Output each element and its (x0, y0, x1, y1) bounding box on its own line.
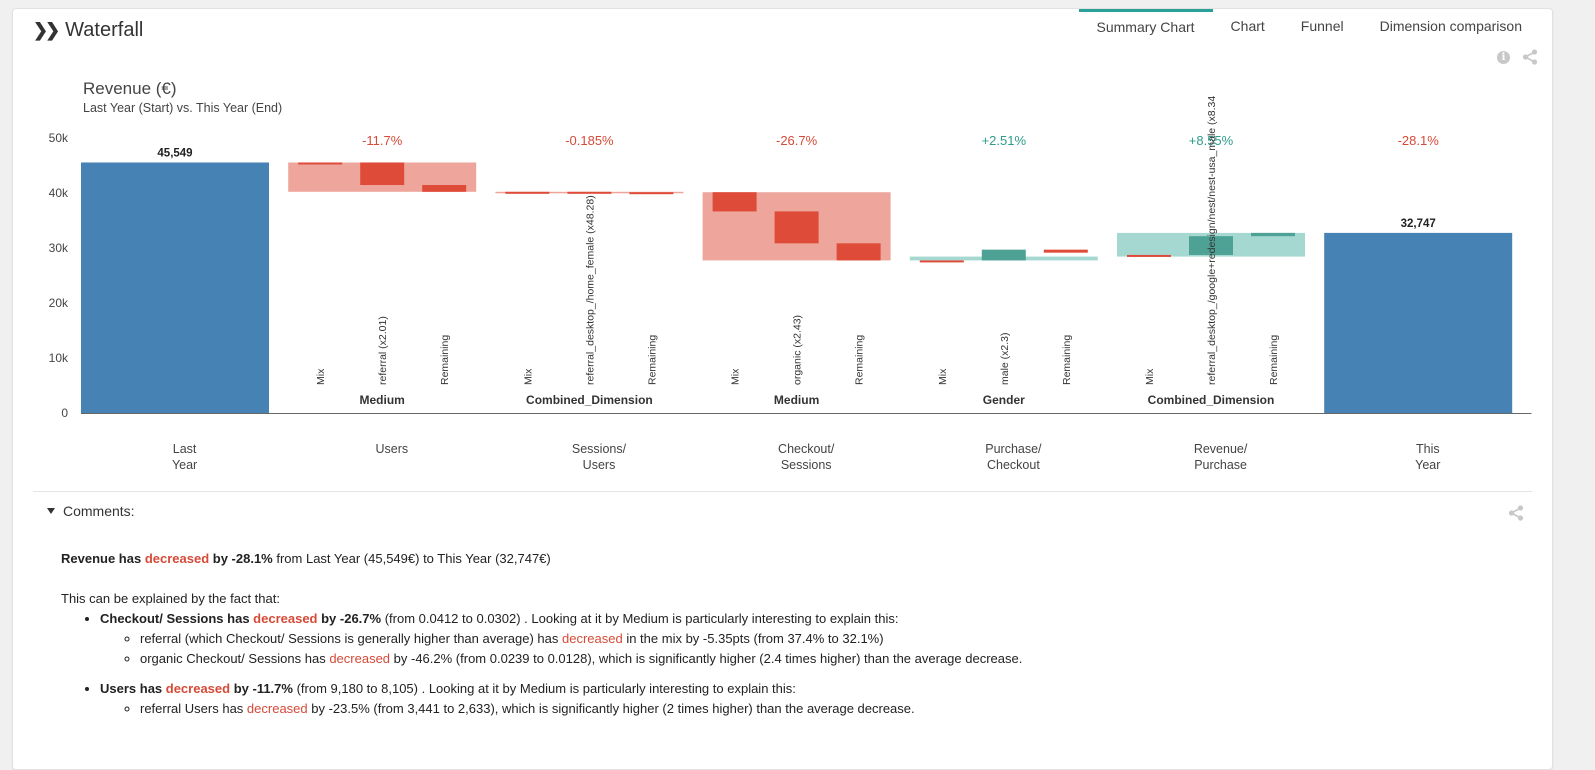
tab-summary-chart[interactable]: Summary Chart (1078, 9, 1213, 46)
sub-bar-label: referral_desktop_/google+redesign/nest/n… (1206, 96, 1218, 385)
bar-total (1324, 232, 1513, 413)
y-tick-label: 30k (49, 241, 69, 255)
comments-title: Comments: (63, 503, 135, 519)
sub-bar (298, 162, 343, 165)
x-category-label: Checkout (987, 458, 1040, 472)
change-label: -28.1% (1398, 133, 1440, 148)
share-icon[interactable] (1508, 505, 1524, 521)
header-icons: i (1497, 49, 1538, 65)
waterfall-card: ❯❯ Waterfall Summary Chart Chart Funnel … (12, 8, 1553, 770)
comment-subitem: referral Users has decreased by -23.5% (… (140, 699, 1501, 719)
sub-bar-label: Remaining (646, 335, 658, 385)
comment-subitem: organic Checkout/ Sessions has decreased… (140, 649, 1501, 669)
x-category-label: This (1416, 442, 1440, 456)
y-tick-label: 20k (49, 296, 69, 310)
tab-chart[interactable]: Chart (1213, 9, 1283, 45)
comment-intro: This can be explained by the fact that: (61, 591, 280, 606)
card-header: ❯❯ Waterfall Summary Chart Chart Funnel … (13, 9, 1552, 65)
bar-total (81, 162, 269, 413)
y-tick-label: 40k (49, 186, 69, 200)
sub-bar (981, 249, 1026, 261)
sub-bar-label: male (x2.3) (999, 332, 1011, 385)
sub-bar-label: organic (x2.43) (792, 315, 804, 385)
sub-bar (836, 243, 881, 261)
sub-bar (774, 211, 819, 244)
sub-bar-label: Remaining (854, 335, 866, 385)
comment-item-checkout: Checkout/ Sessions has decreased by -26.… (100, 609, 1501, 679)
sub-bar-label: Mix (1144, 368, 1156, 385)
sub-bar-label: Mix (730, 368, 742, 385)
x-category-label: Sessions/ (572, 442, 627, 456)
sub-bar-label: Mix (522, 368, 534, 385)
x-category-label: Users (583, 458, 616, 472)
sub-bar-label: Mix (315, 368, 327, 385)
comment-summary: Revenue has decreased by -28.1% from Las… (61, 551, 551, 566)
info-icon[interactable]: i (1497, 50, 1510, 64)
change-label: -26.7% (776, 133, 818, 148)
sub-bar (1251, 232, 1295, 237)
x-category-label: Sessions (781, 458, 832, 472)
data-label: 45,549 (157, 147, 192, 159)
sub-bar (360, 162, 405, 186)
x-category-label: Last (173, 442, 197, 456)
sub-bar-label: referral (x2.01) (377, 316, 389, 385)
sub-bar (1043, 249, 1088, 253)
comment-item-users: Users has decreased by -11.7% (from 9,18… (100, 679, 1501, 719)
change-label: -11.7% (362, 133, 403, 148)
comment-list: Checkout/ Sessions has decreased by -26.… (61, 609, 1501, 719)
sub-bar-label: Remaining (439, 335, 451, 385)
waterfall-chart: 0 10k 20k 30k 40k 50k Last Year Users Sessions/Us… (49, 96, 1532, 472)
sub-bar (629, 192, 674, 195)
x-category-label: Revenue/ (1194, 442, 1248, 456)
card-title: ❯❯ Waterfall (33, 19, 143, 42)
view-tabs: Summary Chart Chart Funnel Dimension com… (1078, 9, 1540, 46)
comments-body: Revenue has decreased by -28.1% from Las… (61, 549, 1501, 719)
comments-toggle[interactable]: Comments: (47, 503, 135, 519)
dimension-label: Gender (983, 393, 1025, 407)
sub-bar-label: Remaining (1061, 335, 1073, 385)
chart-area: Revenue (€) Last Year (Start) vs. This Y… (13, 69, 1552, 489)
tab-dimension-comparison[interactable]: Dimension comparison (1362, 9, 1540, 45)
y-tick-label: 50k (49, 131, 69, 145)
double-chevron-icon[interactable]: ❯❯ (33, 20, 60, 41)
card-title-text: Waterfall (65, 19, 144, 41)
sub-bar-label: Remaining (1268, 335, 1280, 385)
y-tick-label: 0 (61, 406, 68, 420)
share-icon[interactable] (1522, 49, 1538, 65)
sub-bar (567, 191, 612, 194)
dimension-label: Medium (774, 393, 819, 407)
x-category-label: Year (172, 458, 197, 472)
dimension-label: Combined_Dimension (1148, 393, 1275, 407)
dimension-label: Combined_Dimension (526, 393, 653, 407)
change-label: +2.51% (982, 133, 1027, 148)
sub-bar-label: Mix (937, 368, 949, 385)
sub-bar (422, 185, 467, 192)
x-category-label: Purchase (1194, 458, 1247, 472)
caret-down-icon (47, 508, 55, 514)
x-category-label: Purchase/ (985, 442, 1042, 456)
section-divider (33, 491, 1532, 492)
x-category-label: Checkout/ (778, 442, 835, 456)
dimension-label: Medium (360, 393, 405, 407)
sub-bar (919, 260, 964, 263)
sub-bar (505, 191, 550, 194)
change-label: -0.185% (565, 133, 614, 148)
sub-bar (712, 192, 757, 212)
x-category-label: Year (1415, 458, 1440, 472)
y-tick-label: 10k (49, 351, 69, 365)
comment-subitem: referral (which Checkout/ Sessions is ge… (140, 629, 1501, 649)
tab-funnel[interactable]: Funnel (1283, 9, 1362, 45)
sub-bar (1127, 254, 1171, 257)
sub-bar-label: referral_desktop_/home_female (x48.28) (584, 195, 596, 385)
data-label: 32,747 (1401, 218, 1436, 230)
x-category-label: Users (375, 442, 408, 456)
